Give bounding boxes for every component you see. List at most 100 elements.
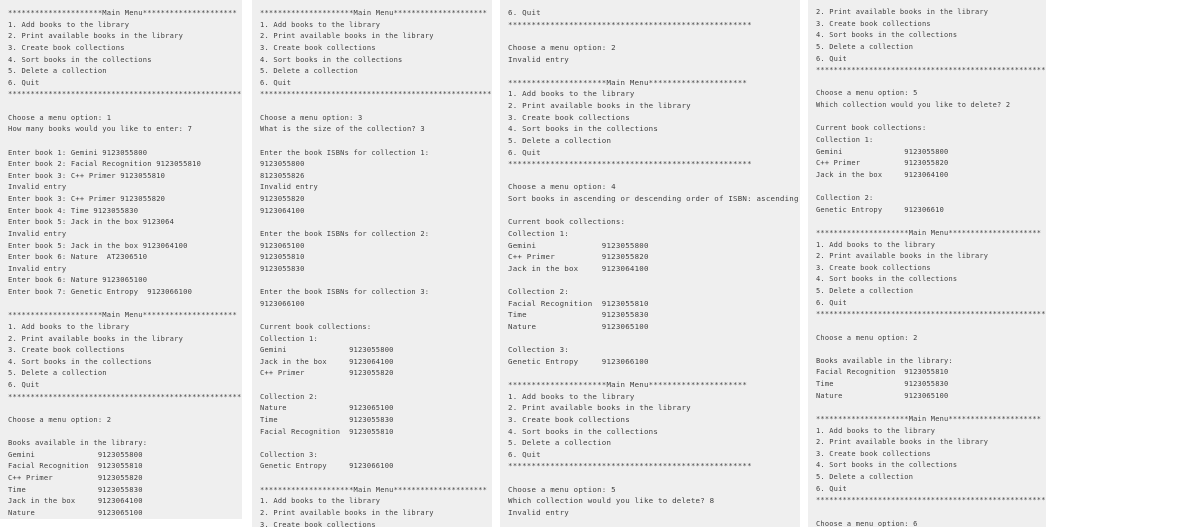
console-line: Genetic Entropy 912306610 [816,205,945,214]
console-line: Current book collections: [260,321,372,331]
console-line: Collection 1: [508,228,569,238]
console-line: Facial Recognition 9123055810 [816,368,949,377]
console-line: Nature 9123065100 [8,507,143,517]
console-line: Time 9123055830 [260,414,394,424]
console-line: Enter the book ISBNs for collection 1: [260,147,430,157]
console-line: Gemini 9123055800 [508,240,649,250]
console-panel-3[interactable]: 6. Quit *********************************… [500,0,800,527]
console-line: Enter book 7: Genetic Entropy 9123066100 [8,287,193,296]
console-line: 2. Print available books in the library [260,507,434,517]
console-line: 9123055800 [260,159,305,169]
console-line: 6. Quit [816,298,847,307]
console-line: 1. Add books to the library [260,19,381,29]
console-line: Invalid entry [508,507,569,517]
console-line: Collection 3: [508,345,569,355]
console-line: 5. Delete a collection [260,66,358,76]
console-line: *********************Main Menu**********… [508,380,748,389]
console-line: ****************************************… [816,496,1046,505]
console-line: 3. Create book collections [816,19,931,28]
console-panel-4[interactable]: 2. Print available books in the library 3… [808,0,1046,527]
console-line: Genetic Entropy 9123066100 [8,519,242,520]
console-line: Enter book 3: C++ Primer 9123055810 [8,170,166,180]
console-line: Gemini 9123055800 [260,345,394,355]
console-panel-1[interactable]: *********************Main Menu**********… [0,0,242,519]
console-line: 9123055820 [260,194,305,203]
console-line: 5. Delete a collection [508,438,612,448]
console-line: 4. Sort books in the collections [508,124,659,134]
console-line: Which collection would you like to delet… [816,101,1011,109]
console-line: Books available in the library: [8,438,148,448]
console-line: Time 9123055830 [508,310,649,320]
console-line: Choose a menu option: 2 [508,42,616,52]
console-line: *********************Main Menu**********… [8,8,238,17]
console-line: Current book collections: [816,124,927,133]
console-line: Invalid entry [508,54,569,64]
console-line: 4. Sort books in the collections [8,54,152,64]
console-line: 5. Delete a collection [816,42,914,51]
console-line: 3. Create book collections [508,112,630,122]
console-line: Facial Recognition 9123055810 [8,461,143,471]
console-line: Enter book 6: Nature 9123065100 [8,275,148,285]
console-line: 4. Sort books in the collections [816,31,958,40]
console-line: Invalid entry [8,263,67,273]
console-panel-2[interactable]: *********************Main Menu**********… [252,0,492,527]
console-line: Enter the book ISBNs for collection 3: [260,287,430,296]
console-line: Nature 9123065100 [260,403,394,413]
console-line: Gemini 9123055800 [816,147,949,156]
console-line: 4. Sort books in the collections [8,356,152,366]
console-line: 1. Add books to the library [8,19,130,29]
console-line: 9123064100 [260,205,305,215]
console-line: 5. Delete a collection [8,66,107,76]
console-line: 6. Quit [8,77,40,87]
console-line: Which collection would you like to delet… [508,496,715,506]
console-line: Genetic Entropy 9123066100 [260,461,394,471]
console-line: 3. Create book collections [816,263,931,272]
console-line: 9123066100 [260,298,305,308]
console-line: 3. Create book collections [260,42,376,52]
console-line: Nature 9123065100 [816,391,949,400]
console-line: 9123065100 [260,240,305,250]
console-line: 5. Delete a collection [8,368,107,378]
console-line: Jack in the box 9123064100 [508,263,649,273]
console-line: How many books would you like to enter: … [8,124,193,134]
console-line: 4. Sort books in the collections [508,426,659,436]
console-line: 3. Create book collections [508,414,630,424]
console-line: *********************Main Menu**********… [816,228,1042,237]
console-line: Enter book 5: Jack in the box 9123064 [8,217,175,227]
console-line: 1. Add books to the library [816,426,936,435]
console-line: 2. Print available books in the library [816,8,989,16]
console-line: 1. Add books to the library [260,496,381,506]
console-line: 2. Print available books in the library [816,438,989,447]
console-line: Enter book 1: Gemini 9123055800 [8,147,148,157]
console-line: *********************Main Menu**********… [8,310,238,320]
console-line: Choose a menu option: 3 [260,112,363,122]
console-line: Genetic Entropy 9123066100 [508,356,649,366]
console-line: 6. Quit [816,484,847,493]
console-line: Collection 1: [260,333,318,343]
console-line: Invalid entry [260,182,318,192]
console-line: Choose a menu option: 2 [816,333,918,342]
console-line: C++ Primer 9123055820 [816,159,949,168]
console-line: ****************************************… [260,89,492,99]
console-line: 2. Print available books in the library [8,31,184,41]
console-line: Enter book 4: Time 9123055830 [8,205,139,215]
console-line: ****************************************… [8,391,242,401]
console-line: ****************************************… [508,19,752,29]
